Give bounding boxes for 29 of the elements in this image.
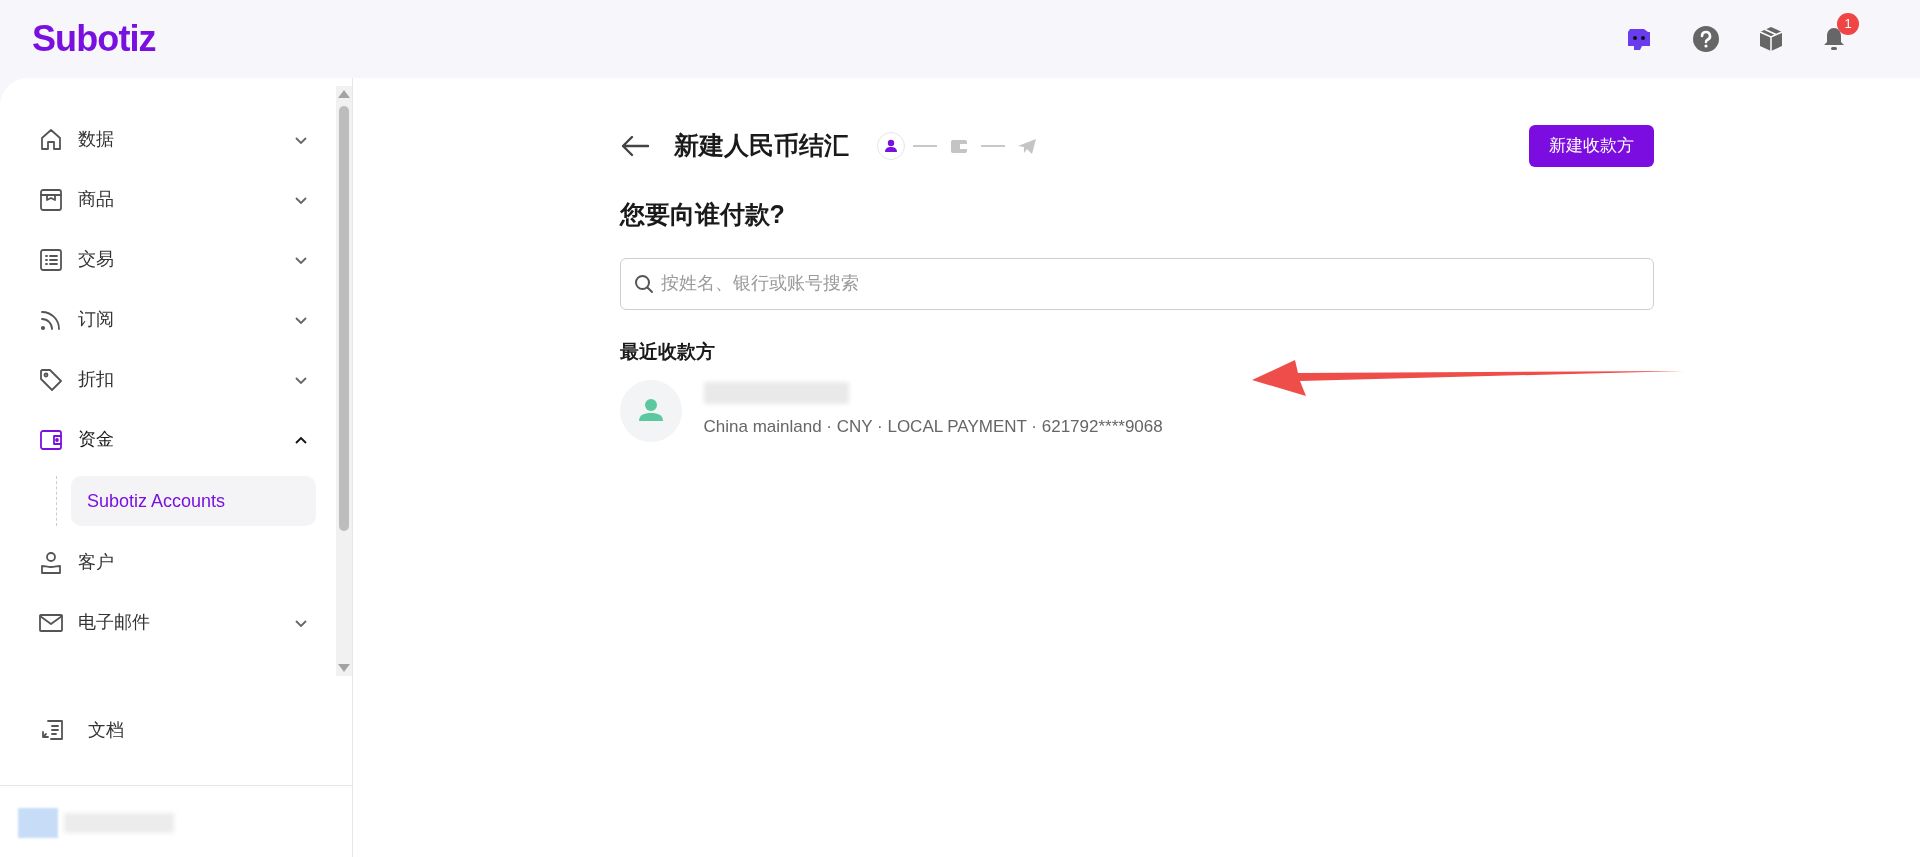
- sidebar-item[interactable]: 资金: [38, 416, 316, 463]
- user-icon: [38, 549, 64, 576]
- sidebar-item[interactable]: 电子邮件: [38, 599, 316, 646]
- box-icon[interactable]: [1758, 25, 1784, 53]
- back-arrow-icon[interactable]: [619, 135, 650, 157]
- question-heading: 您要向谁付款?: [619, 199, 786, 230]
- page-title: 新建人民币结汇: [673, 130, 849, 162]
- docs-link[interactable]: 文档: [88, 717, 124, 744]
- notification-badge: 1: [1837, 13, 1859, 35]
- scrollbar[interactable]: [336, 86, 352, 676]
- list-icon: [38, 246, 64, 273]
- sidebar-item[interactable]: 折扣: [38, 356, 316, 403]
- search-icon: [633, 273, 654, 294]
- payee-details: China mainland · CNY · LOCAL PAYMENT · 621792****9068: [703, 416, 1163, 439]
- sidebar-item[interactable]: 订阅: [38, 296, 316, 343]
- section-heading: 最近收款方: [619, 339, 716, 364]
- help-icon[interactable]: [1692, 25, 1720, 53]
- home-icon: [38, 126, 64, 153]
- store-icon: [38, 186, 64, 213]
- sidebar-item[interactable]: 数据: [38, 116, 316, 163]
- sidebar-item[interactable]: 客户: [38, 539, 316, 586]
- sidebar-item[interactable]: 商品: [38, 176, 316, 223]
- sidebar-item[interactable]: 交易: [38, 236, 316, 283]
- sidebar-subitem[interactable]: Subotiz Accounts: [71, 476, 316, 526]
- bell-icon[interactable]: [1822, 25, 1846, 53]
- new-payee-button[interactable]: 新建收款方: [1528, 125, 1654, 167]
- tag-icon: [38, 366, 64, 393]
- search-field[interactable]: 按姓名、银行或账号搜索: [619, 257, 1654, 310]
- brand-logo[interactable]: Subotiz: [32, 12, 156, 66]
